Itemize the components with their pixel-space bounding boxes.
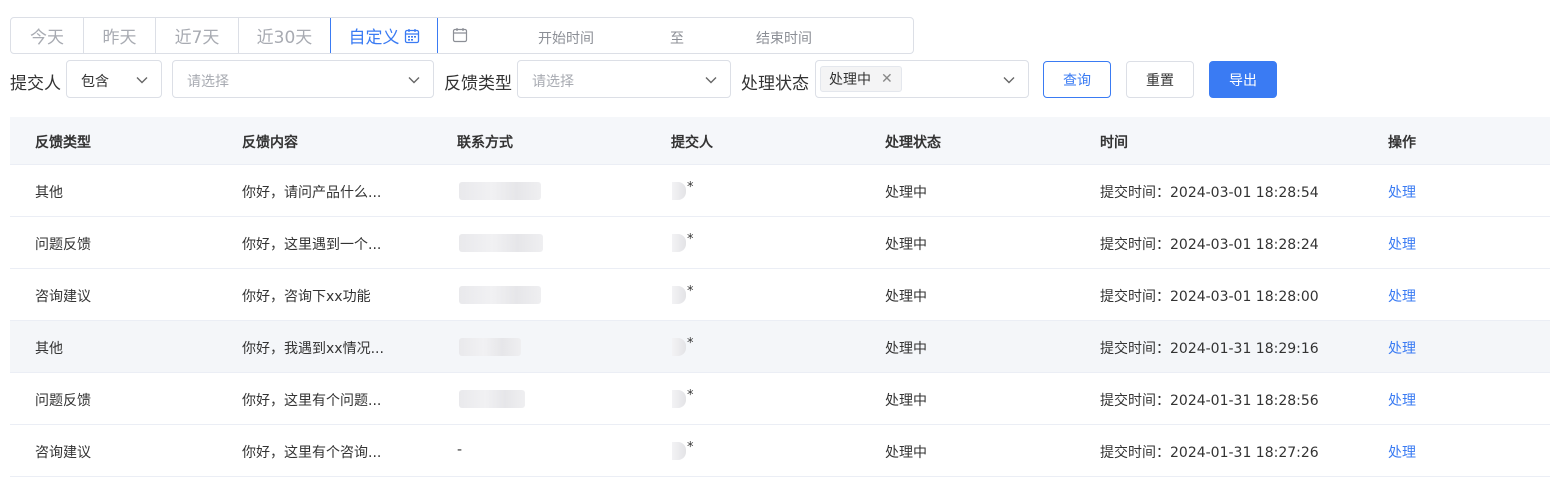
cell-status: 处理中 <box>885 445 927 461</box>
cell-content: 你好，这里遇到一个... <box>242 237 382 253</box>
contact-redaction <box>459 338 521 356</box>
submitter-redaction <box>672 182 686 200</box>
submitter-redaction <box>672 338 686 356</box>
table-row: 问题反馈 你好，这里遇到一个... * 处理中 提交时间：2024-03-01 … <box>10 217 1550 269</box>
cell-time: 提交时间：2024-03-01 18:28:00 <box>1100 289 1319 305</box>
cell-type: 问题反馈 <box>35 393 91 409</box>
submitter-select[interactable]: 请选择 <box>172 60 434 98</box>
cell-content: 你好，这里有个咨询... <box>242 445 382 461</box>
cell-type: 其他 <box>35 341 63 357</box>
cell-submitter: * <box>687 232 694 247</box>
chevron-down-icon <box>135 73 149 91</box>
calendar-icon <box>404 28 420 44</box>
process-link[interactable]: 处理 <box>1388 442 1416 462</box>
cell-submitter: * <box>687 284 694 299</box>
submitter-redaction <box>672 390 686 408</box>
process-link[interactable]: 处理 <box>1388 234 1416 254</box>
column-header-content: 反馈内容 <box>242 135 298 151</box>
feedback-type-label: 反馈类型 <box>444 74 512 94</box>
export-button[interactable]: 导出 <box>1209 61 1277 98</box>
match-mode-select[interactable]: 包含 <box>66 60 162 98</box>
status-label: 处理状态 <box>741 74 809 94</box>
cell-status: 处理中 <box>885 237 927 253</box>
date-tab-today[interactable]: 今天 <box>11 18 84 53</box>
feedback-type-select[interactable]: 请选择 <box>517 60 731 98</box>
cell-content: 你好，请问产品什么... <box>242 185 382 201</box>
date-tab-yesterday[interactable]: 昨天 <box>84 18 156 53</box>
close-icon[interactable]: ✕ <box>881 72 893 86</box>
cell-time: 提交时间：2024-03-01 18:28:54 <box>1100 185 1319 201</box>
contact-redaction <box>459 234 543 252</box>
cell-type: 其他 <box>35 185 63 201</box>
submitter-redaction <box>672 286 686 304</box>
contact-redaction <box>459 390 525 408</box>
chevron-down-icon <box>407 73 421 91</box>
cell-status: 处理中 <box>885 185 927 201</box>
contact-redaction <box>459 182 541 200</box>
table-row: 咨询建议 你好，咨询下xx功能 * 处理中 提交时间：2024-03-01 18… <box>10 269 1550 321</box>
chevron-down-icon <box>1002 73 1016 91</box>
cell-type: 咨询建议 <box>35 289 91 305</box>
cell-time: 提交时间：2024-03-01 18:28:24 <box>1100 237 1319 253</box>
submitter-label: 提交人 <box>10 74 61 94</box>
cell-type: 问题反馈 <box>35 237 91 253</box>
date-range-picker[interactable]: 开始时间 至 结束时间 <box>438 18 913 53</box>
date-tab-last30[interactable]: 近30天 <box>239 18 331 53</box>
column-header-contact: 联系方式 <box>457 135 513 151</box>
range-separator: 至 <box>670 31 684 47</box>
date-tab-last7[interactable]: 近7天 <box>156 18 239 53</box>
process-link[interactable]: 处理 <box>1388 390 1416 410</box>
status-tag-label: 处理中 <box>829 72 871 88</box>
column-header-status: 处理状态 <box>885 135 941 151</box>
status-select[interactable]: 处理中 ✕ <box>815 60 1029 98</box>
cell-time: 提交时间：2024-01-31 18:27:26 <box>1100 445 1319 461</box>
table-row: 其他 你好，请问产品什么... * 处理中 提交时间：2024-03-01 18… <box>10 165 1550 217</box>
submitter-placeholder: 请选择 <box>187 74 229 90</box>
cell-status: 处理中 <box>885 289 927 305</box>
match-mode-value: 包含 <box>81 74 109 90</box>
cell-status: 处理中 <box>885 393 927 409</box>
table-row: 咨询建议 你好，这里有个咨询... - * 处理中 提交时间：2024-01-3… <box>10 425 1550 477</box>
submitter-redaction <box>672 442 686 460</box>
cell-time: 提交时间：2024-01-31 18:28:56 <box>1100 393 1319 409</box>
feedback-table: 反馈类型 反馈内容 联系方式 提交人 处理状态 时间 操作 其他 你好，请问产品… <box>10 117 1550 477</box>
column-header-action: 操作 <box>1388 135 1416 151</box>
cell-content: 你好，我遇到xx情况... <box>242 341 384 357</box>
process-link[interactable]: 处理 <box>1388 182 1416 202</box>
query-button[interactable]: 查询 <box>1043 61 1111 98</box>
start-time-input[interactable]: 开始时间 <box>538 28 594 48</box>
feedback-type-placeholder: 请选择 <box>532 74 574 90</box>
cell-status: 处理中 <box>885 341 927 357</box>
cell-submitter: * <box>687 388 694 403</box>
contact-redaction <box>459 286 541 304</box>
process-link[interactable]: 处理 <box>1388 286 1416 306</box>
table-header: 反馈类型 反馈内容 联系方式 提交人 处理状态 时间 操作 <box>10 117 1550 165</box>
cell-content: 你好，这里有个问题... <box>242 393 382 409</box>
end-time-input[interactable]: 结束时间 <box>756 28 812 48</box>
submitter-redaction <box>672 234 686 252</box>
date-tab-custom[interactable]: 自定义 <box>330 18 438 53</box>
process-link[interactable]: 处理 <box>1388 338 1416 358</box>
cell-type: 咨询建议 <box>35 445 91 461</box>
column-header-time: 时间 <box>1100 135 1128 151</box>
chevron-down-icon <box>704 73 718 91</box>
calendar-icon <box>452 27 468 43</box>
status-tag: 处理中 ✕ <box>820 66 902 92</box>
cell-submitter: * <box>687 180 694 195</box>
table-row: 问题反馈 你好，这里有个问题... * 处理中 提交时间：2024-01-31 … <box>10 373 1550 425</box>
table-row: 其他 你好，我遇到xx情况... * 处理中 提交时间：2024-01-31 1… <box>10 321 1550 373</box>
date-range-bar: 今天 昨天 近7天 近30天 自定义 开始时间 至 结束时间 <box>10 17 914 54</box>
cell-time: 提交时间：2024-01-31 18:29:16 <box>1100 341 1319 357</box>
cell-contact: - <box>457 442 463 458</box>
date-tab-custom-label: 自定义 <box>348 28 400 48</box>
cell-submitter: * <box>687 440 694 455</box>
column-header-submitter: 提交人 <box>671 135 713 151</box>
cell-submitter: * <box>687 336 694 351</box>
reset-button[interactable]: 重置 <box>1126 61 1194 98</box>
cell-content: 你好，咨询下xx功能 <box>242 289 371 305</box>
column-header-type: 反馈类型 <box>35 135 91 151</box>
